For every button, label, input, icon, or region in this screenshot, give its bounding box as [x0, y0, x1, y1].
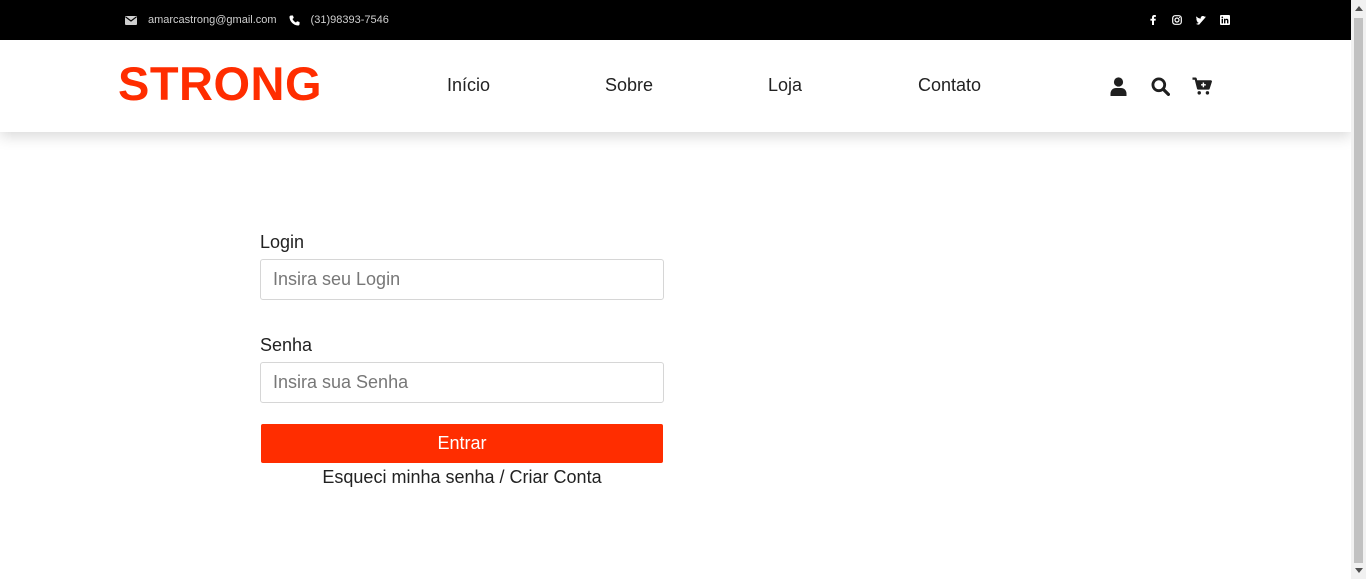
submit-button[interactable]: Entrar [261, 424, 663, 463]
facebook-icon[interactable] [1148, 15, 1158, 25]
password-label: Senha [260, 335, 313, 355]
brand-logo[interactable]: STRONG [118, 56, 322, 111]
phone-icon [289, 14, 300, 26]
nav-contato[interactable]: Contato [918, 75, 981, 96]
email-contact[interactable]: amarcastrong@gmail.com [125, 14, 277, 26]
scroll-up-arrow[interactable] [1355, 6, 1363, 11]
main-header: STRONG Início Sobre Loja Contato [0, 40, 1351, 132]
link-separator: / [499, 467, 510, 487]
twitter-icon[interactable] [1196, 15, 1206, 25]
page-scrollbar[interactable] [1351, 0, 1366, 579]
login-form: Login Senha Entrar Esqueci minha senha /… [260, 229, 664, 488]
nav-loja[interactable]: Loja [768, 75, 802, 96]
login-input[interactable] [260, 259, 664, 300]
login-label: Login [260, 232, 305, 252]
forgot-password-link[interactable]: Esqueci minha senha [322, 467, 494, 487]
instagram-icon[interactable] [1172, 15, 1182, 25]
account-links: Esqueci minha senha / Criar Conta [260, 467, 664, 488]
linkedin-icon[interactable] [1220, 15, 1230, 25]
email-text: amarcastrong@gmail.com [148, 14, 277, 26]
create-account-link[interactable]: Criar Conta [510, 467, 602, 487]
user-icon[interactable] [1108, 76, 1128, 96]
social-links [1148, 0, 1244, 40]
nav-sobre[interactable]: Sobre [605, 75, 653, 96]
phone-text: (31)98393-7546 [310, 14, 389, 26]
scroll-thumb[interactable] [1354, 18, 1363, 563]
cart-icon[interactable] [1192, 76, 1212, 96]
nav-inicio[interactable]: Início [447, 75, 490, 96]
scroll-down-arrow[interactable] [1355, 568, 1363, 573]
contact-info: amarcastrong@gmail.com (31)98393-7546 [125, 0, 401, 40]
phone-contact[interactable]: (31)98393-7546 [289, 14, 389, 26]
password-input[interactable] [260, 362, 664, 403]
top-bar: amarcastrong@gmail.com (31)98393-7546 [0, 0, 1351, 40]
envelope-icon [125, 15, 137, 25]
search-icon[interactable] [1150, 76, 1170, 96]
